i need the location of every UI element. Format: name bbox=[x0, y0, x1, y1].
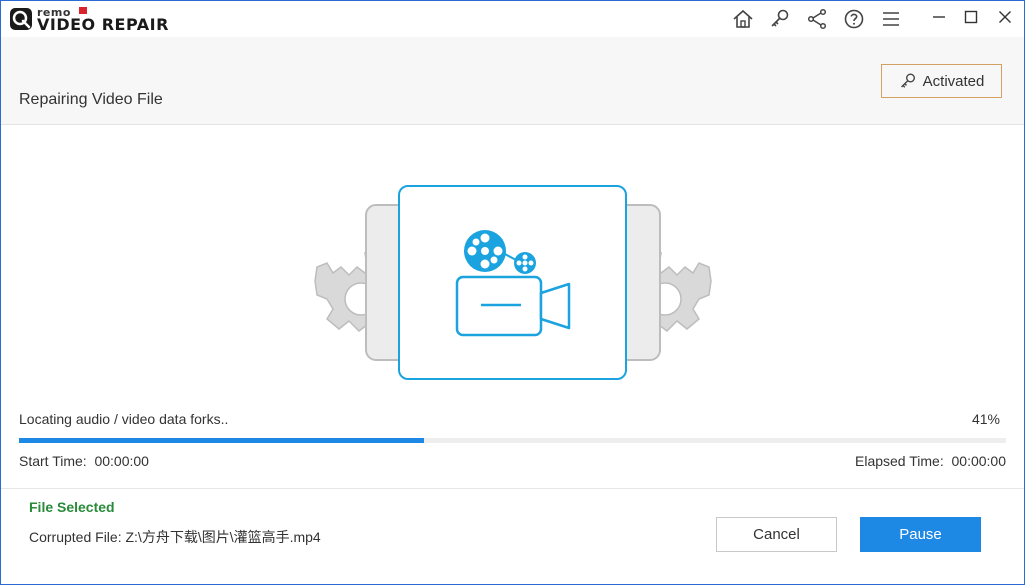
progress-status: Locating audio / video data forks.. bbox=[19, 411, 229, 427]
progress-bar bbox=[19, 438, 1006, 443]
help-icon[interactable] bbox=[840, 5, 868, 33]
menu-icon[interactable] bbox=[877, 5, 905, 33]
pause-button[interactable]: Pause bbox=[860, 517, 981, 552]
key-icon bbox=[899, 72, 917, 90]
progress-percent: 41% bbox=[971, 411, 1000, 427]
progress-fill bbox=[19, 438, 424, 443]
elapsed-time-value: 00:00:00 bbox=[951, 453, 1007, 469]
title-bar[interactable]: remo VIDEO REPAIR bbox=[1, 1, 1024, 37]
maximize-icon[interactable] bbox=[957, 5, 985, 29]
corrupted-file-path: Z:\方舟下载\图片\灌篮高手.mp4 bbox=[125, 529, 321, 545]
cancel-button[interactable]: Cancel bbox=[716, 517, 837, 552]
brand-dot bbox=[79, 7, 87, 14]
app-window: remo VIDEO REPAIR Repairing Video File A… bbox=[0, 0, 1025, 585]
activated-label: Activated bbox=[922, 72, 985, 90]
file-selected-label: File Selected bbox=[29, 499, 115, 515]
start-time: Start Time: 00:00:00 bbox=[19, 453, 149, 469]
home-icon[interactable] bbox=[729, 5, 757, 33]
page-header: Repairing Video File Activated bbox=[1, 37, 1024, 125]
corrupted-file-label: Corrupted File: bbox=[29, 529, 122, 545]
footer: File Selected Corrupted File: Z:\方舟下载\图片… bbox=[1, 488, 1024, 584]
page-title: Repairing Video File bbox=[19, 91, 163, 108]
app-product-name: VIDEO REPAIR bbox=[37, 15, 169, 34]
start-time-value: 00:00:00 bbox=[94, 453, 149, 469]
close-icon[interactable] bbox=[991, 5, 1019, 29]
start-time-label: Start Time: bbox=[19, 453, 87, 469]
key-icon[interactable] bbox=[766, 5, 794, 33]
app-logo: remo VIDEO REPAIR bbox=[9, 5, 168, 34]
remo-logo-icon bbox=[10, 8, 32, 30]
corrupted-file: Corrupted File: Z:\方舟下载\图片\灌篮高手.mp4 bbox=[29, 527, 321, 547]
repair-illustration bbox=[314, 185, 712, 380]
share-icon[interactable] bbox=[803, 5, 831, 33]
elapsed-time-label: Elapsed Time: bbox=[855, 453, 944, 469]
toolbar-icons bbox=[729, 5, 914, 33]
elapsed-time: Elapsed Time: 00:00:00 bbox=[855, 453, 1006, 469]
minimize-icon[interactable] bbox=[925, 5, 953, 29]
activated-button[interactable]: Activated bbox=[881, 64, 1002, 98]
